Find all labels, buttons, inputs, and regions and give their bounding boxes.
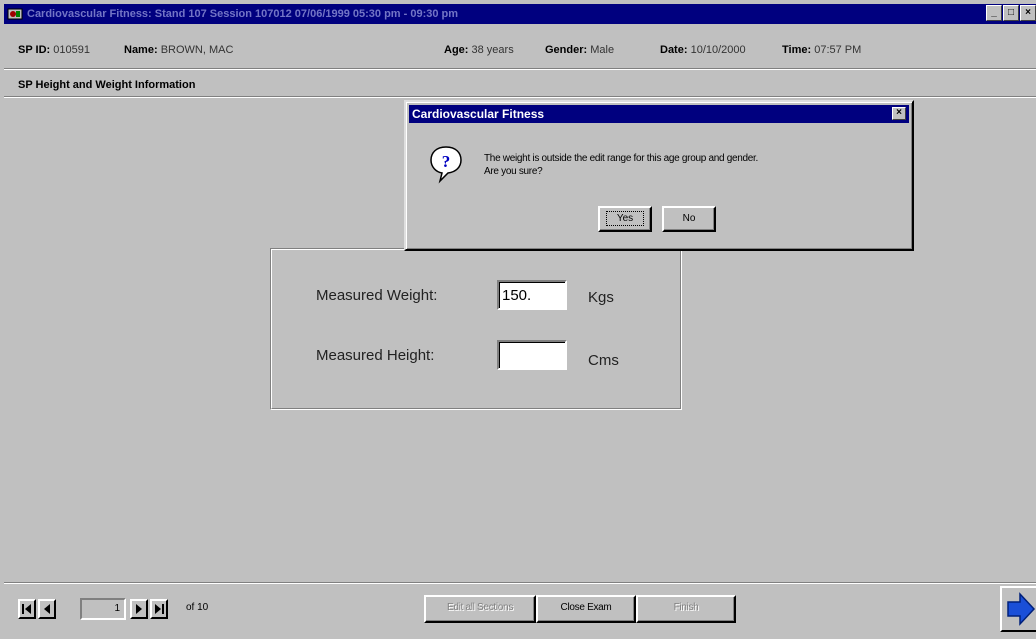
dialog-title-bar[interactable]: Cardiovascular Fitness × xyxy=(409,105,909,123)
edit-all-sections-label: Edit all Sections xyxy=(446,602,514,613)
dialog-message: The weight is outside the edit range for… xyxy=(484,152,758,178)
footer-divider xyxy=(4,582,1036,584)
date-field: Date: 10/10/2000 xyxy=(660,44,746,56)
last-page-icon xyxy=(155,604,164,614)
first-page-button[interactable] xyxy=(18,599,36,619)
dialog-title: Cardiovascular Fitness xyxy=(412,107,545,121)
close-window-button[interactable]: × xyxy=(1020,5,1036,21)
yes-button[interactable]: Yes xyxy=(598,206,652,232)
dialog-close-button[interactable]: × xyxy=(892,107,906,120)
gender-field: Gender: Male xyxy=(545,44,614,56)
yes-label: Yes xyxy=(605,211,645,226)
title-bar[interactable]: Cardiovascular Fitness: Stand 107 Sessio… xyxy=(4,4,1036,24)
finish-label: Finish xyxy=(673,602,699,613)
sp-id-value: 010591 xyxy=(53,44,90,56)
weight-unit: Kgs xyxy=(588,289,614,306)
sp-id-field: SP ID: 010591 xyxy=(18,44,90,56)
previous-page-icon xyxy=(44,604,50,614)
dialog-message-line2: Are you sure? xyxy=(484,166,543,177)
close-exam-button[interactable]: Close Exam xyxy=(536,595,636,623)
page-total: of 10 xyxy=(186,602,209,613)
header-divider xyxy=(4,68,1036,70)
weight-label: Measured Weight: xyxy=(316,287,438,304)
first-page-icon xyxy=(22,604,31,614)
confirm-dialog: Cardiovascular Fitness × ? The weight is… xyxy=(404,100,914,251)
minimize-button[interactable]: _ xyxy=(986,5,1002,21)
sp-id-label: SP ID: xyxy=(18,44,51,56)
edit-all-sections-button[interactable]: Edit all Sections xyxy=(424,595,536,623)
next-section-button[interactable] xyxy=(1000,586,1036,632)
name-value: BROWN, MAC xyxy=(160,44,234,56)
time-value: 07:57 PM xyxy=(814,44,862,56)
time-field: Time: 07:57 PM xyxy=(782,44,861,56)
age-field: Age: 38 years xyxy=(444,44,514,56)
no-button[interactable]: No xyxy=(662,206,716,232)
finish-button[interactable]: Finish xyxy=(636,595,736,623)
last-page-button[interactable] xyxy=(150,599,168,619)
height-unit: Cms xyxy=(588,352,619,369)
name-field: Name: BROWN, MAC xyxy=(124,44,233,56)
app-icon xyxy=(7,8,23,20)
window-title: Cardiovascular Fitness: Stand 107 Sessio… xyxy=(27,8,459,20)
question-icon: ? xyxy=(430,146,462,184)
gender-label: Gender: xyxy=(545,44,588,56)
main-window: Cardiovascular Fitness: Stand 107 Sessio… xyxy=(0,0,1036,639)
weight-input[interactable] xyxy=(497,280,567,310)
svg-text:?: ? xyxy=(442,152,451,171)
height-label: Measured Height: xyxy=(316,347,435,364)
close-exam-label: Close Exam xyxy=(560,602,612,613)
section-title: SP Height and Weight Information xyxy=(18,79,196,91)
next-page-button[interactable] xyxy=(130,599,148,619)
footer-bar: 1 of 10 Edit all Sections Close Exam Fin… xyxy=(4,585,1036,635)
age-label: Age: xyxy=(444,44,469,56)
height-input[interactable] xyxy=(497,340,567,370)
next-page-icon xyxy=(136,604,142,614)
measurement-group xyxy=(270,248,682,410)
age-value: 38 years xyxy=(471,44,514,56)
maximize-button[interactable]: □ xyxy=(1003,5,1019,21)
page-number-field[interactable]: 1 xyxy=(80,598,126,620)
time-label: Time: xyxy=(782,44,812,56)
right-arrow-icon xyxy=(1007,592,1036,626)
previous-page-button[interactable] xyxy=(38,599,56,619)
name-label: Name: xyxy=(124,44,158,56)
dialog-message-line1: The weight is outside the edit range for… xyxy=(484,153,758,164)
gender-value: Male xyxy=(590,44,615,56)
date-label: Date: xyxy=(660,44,688,56)
date-value: 10/10/2000 xyxy=(690,44,746,56)
no-label: No xyxy=(682,213,696,224)
section-divider xyxy=(4,96,1036,98)
